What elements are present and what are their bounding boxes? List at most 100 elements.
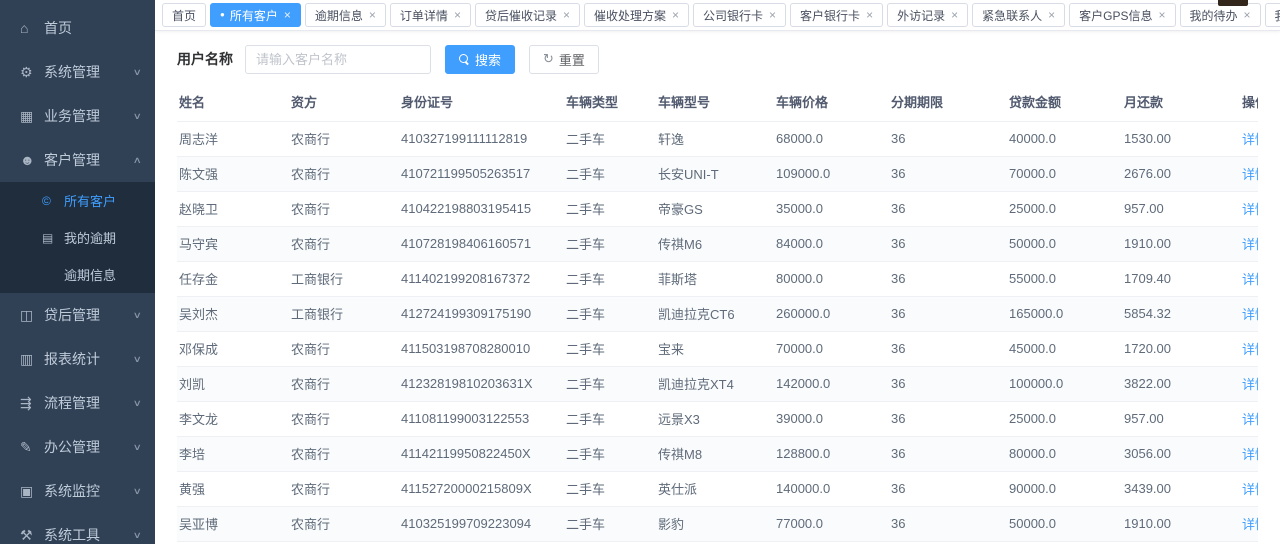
close-icon[interactable]: × xyxy=(284,9,291,21)
tab-my-process[interactable]: 我的流程 × xyxy=(1265,3,1280,27)
cell-monthly-payment: 1910.00 xyxy=(1122,506,1240,541)
cell-vehicle-price: 39000.0 xyxy=(774,401,889,436)
customer-badge-icon: © xyxy=(42,194,64,208)
sidebar-item-system-monitor[interactable]: ▣ 系统监控 ∨ xyxy=(0,469,155,513)
table-header-cell: 资方 xyxy=(289,89,399,121)
refresh-icon: ↻ xyxy=(543,51,554,67)
close-icon[interactable]: × xyxy=(672,9,679,21)
tab-all-customers[interactable]: ● 所有客户 × xyxy=(210,3,301,27)
tab-customer-bank-card[interactable]: 客户银行卡 × xyxy=(790,3,883,27)
sidebar-item-overdue-info[interactable]: 逾期信息 xyxy=(0,256,155,293)
reset-button[interactable]: ↻ 重置 xyxy=(529,45,599,74)
sidebar-item-business-mgmt[interactable]: ▦ 业务管理 ∨ xyxy=(0,94,155,138)
chevron-down-icon: ∨ xyxy=(133,111,142,122)
cell-name: 周志洋 xyxy=(177,121,289,156)
close-icon[interactable]: × xyxy=(866,9,873,21)
cell-vehicle-type: 二手车 xyxy=(564,296,656,331)
tab-collection-records[interactable]: 贷后催收记录 × xyxy=(475,3,580,27)
cell-funder: 农商行 xyxy=(289,401,399,436)
table-header-cell: 贷款金额 xyxy=(1007,89,1122,121)
sidebar-item-customer-mgmt[interactable]: ☻ 客户管理 ∧ xyxy=(0,138,155,182)
tab-label: 我的流程 xyxy=(1275,7,1280,24)
close-icon[interactable]: × xyxy=(563,9,570,21)
sidebar-item-post-loan-mgmt[interactable]: ◫ 贷后管理 ∨ xyxy=(0,293,155,337)
cell-loan-amount: 25000.0 xyxy=(1007,401,1122,436)
cell-vehicle-model: 帝豪GS xyxy=(656,191,774,226)
detail-link[interactable]: 详情 xyxy=(1242,307,1258,322)
close-icon[interactable]: × xyxy=(769,9,776,21)
detail-link[interactable]: 详情 xyxy=(1242,342,1258,357)
detail-link[interactable]: 详情 xyxy=(1242,482,1258,497)
detail-link[interactable]: 详情 xyxy=(1242,447,1258,462)
detail-link[interactable]: 详情 xyxy=(1242,272,1258,287)
cell-installment-term: 36 xyxy=(889,261,1007,296)
detail-link[interactable]: 详情 xyxy=(1242,237,1258,252)
cell-funder: 工商银行 xyxy=(289,261,399,296)
sidebar-item-office-mgmt[interactable]: ✎ 办公管理 ∨ xyxy=(0,425,155,469)
cell-vehicle-type: 二手车 xyxy=(564,191,656,226)
close-icon[interactable]: × xyxy=(369,9,376,21)
cell-funder: 农商行 xyxy=(289,121,399,156)
cell-funder: 工商银行 xyxy=(289,296,399,331)
tab-label: 客户GPS信息 xyxy=(1079,7,1152,24)
table-row: 马守宾 农商行 410728198406160571 二手车 传祺M6 8400… xyxy=(177,226,1258,261)
sidebar-item-label: 客户管理 xyxy=(44,150,134,170)
sidebar-item-my-overdue[interactable]: ▤ 我的逾期 xyxy=(0,219,155,256)
detail-link[interactable]: 详情 xyxy=(1242,377,1258,392)
sidebar-item-home[interactable]: ⌂ 首页 xyxy=(0,6,155,50)
search-button[interactable]: 搜索 xyxy=(445,45,515,74)
main-area: 首页 ● 所有客户 × 逾期信息 × 订单详情 xyxy=(155,0,1280,544)
detail-link[interactable]: 详情 xyxy=(1242,132,1258,147)
table-header-cell: 操作 xyxy=(1240,89,1258,121)
reset-button-label: 重置 xyxy=(559,50,585,69)
monitor-icon: ▣ xyxy=(20,483,44,500)
tab-customer-gps[interactable]: 客户GPS信息 × xyxy=(1069,3,1175,27)
table-header-row: 姓名 资方 身份证号 车辆类型 车辆型号 车辆价格 分期期限 xyxy=(177,89,1258,121)
tab-collection-plan[interactable]: 催收处理方案 × xyxy=(584,3,689,27)
tab-label: 所有客户 xyxy=(230,7,278,24)
cell-vehicle-type: 二手车 xyxy=(564,226,656,261)
close-icon[interactable]: × xyxy=(454,9,461,21)
detail-link[interactable]: 详情 xyxy=(1242,412,1258,427)
table-row: 邓保成 农商行 411503198708280010 二手车 宝来 70000.… xyxy=(177,331,1258,366)
table-header-cell: 车辆价格 xyxy=(774,89,889,121)
sidebar-item-label: 流程管理 xyxy=(44,393,134,413)
search-input[interactable] xyxy=(245,45,431,74)
sidebar-item-system-tools[interactable]: ⚒ 系统工具 ∨ xyxy=(0,513,155,544)
cell-funder: 农商行 xyxy=(289,436,399,471)
sidebar-item-report-stats[interactable]: ▥ 报表统计 ∨ xyxy=(0,337,155,381)
close-icon[interactable]: × xyxy=(1244,9,1251,21)
sidebar-item-system-mgmt[interactable]: ⚙ 系统管理 ∨ xyxy=(0,50,155,94)
cell-funder: 农商行 xyxy=(289,226,399,261)
cell-vehicle-type: 二手车 xyxy=(564,506,656,541)
cell-monthly-payment: 1720.00 xyxy=(1122,331,1240,366)
detail-link[interactable]: 详情 xyxy=(1242,167,1258,182)
sidebar-item-all-customers[interactable]: © 所有客户 xyxy=(0,182,155,219)
tab-order-detail[interactable]: 订单详情 × xyxy=(390,3,471,27)
cell-monthly-payment: 5854.32 xyxy=(1122,296,1240,331)
close-icon[interactable]: × xyxy=(1158,9,1165,21)
close-icon[interactable]: × xyxy=(951,9,958,21)
cell-name: 吴亚博 xyxy=(177,506,289,541)
table-header-cell: 车辆类型 xyxy=(564,89,656,121)
tab-home[interactable]: 首页 xyxy=(162,3,206,27)
tab-my-todo[interactable]: 我的待办 × xyxy=(1180,3,1261,27)
cell-vehicle-model: 宝来 xyxy=(656,331,774,366)
detail-link[interactable]: 详情 xyxy=(1242,202,1258,217)
sidebar-item-label: 贷后管理 xyxy=(44,305,134,325)
tab-emergency-contacts[interactable]: 紧急联系人 × xyxy=(972,3,1065,27)
cell-vehicle-price: 84000.0 xyxy=(774,226,889,261)
tab-company-bank-card[interactable]: 公司银行卡 × xyxy=(693,3,786,27)
cell-loan-amount: 80000.0 xyxy=(1007,436,1122,471)
detail-link[interactable]: 详情 xyxy=(1242,517,1258,532)
cell-name: 马守宾 xyxy=(177,226,289,261)
tab-visit-records[interactable]: 外访记录 × xyxy=(887,3,968,27)
cell-id-number: 410325199709223094 xyxy=(399,506,564,541)
tab-overdue-info[interactable]: 逾期信息 × xyxy=(305,3,386,27)
cell-monthly-payment: 2676.00 xyxy=(1122,156,1240,191)
tab-label: 逾期信息 xyxy=(315,7,363,24)
cell-vehicle-price: 80000.0 xyxy=(774,261,889,296)
tab-label: 紧急联系人 xyxy=(982,7,1042,24)
close-icon[interactable]: × xyxy=(1048,9,1055,21)
sidebar-item-process-mgmt[interactable]: ⇶ 流程管理 ∨ xyxy=(0,381,155,425)
